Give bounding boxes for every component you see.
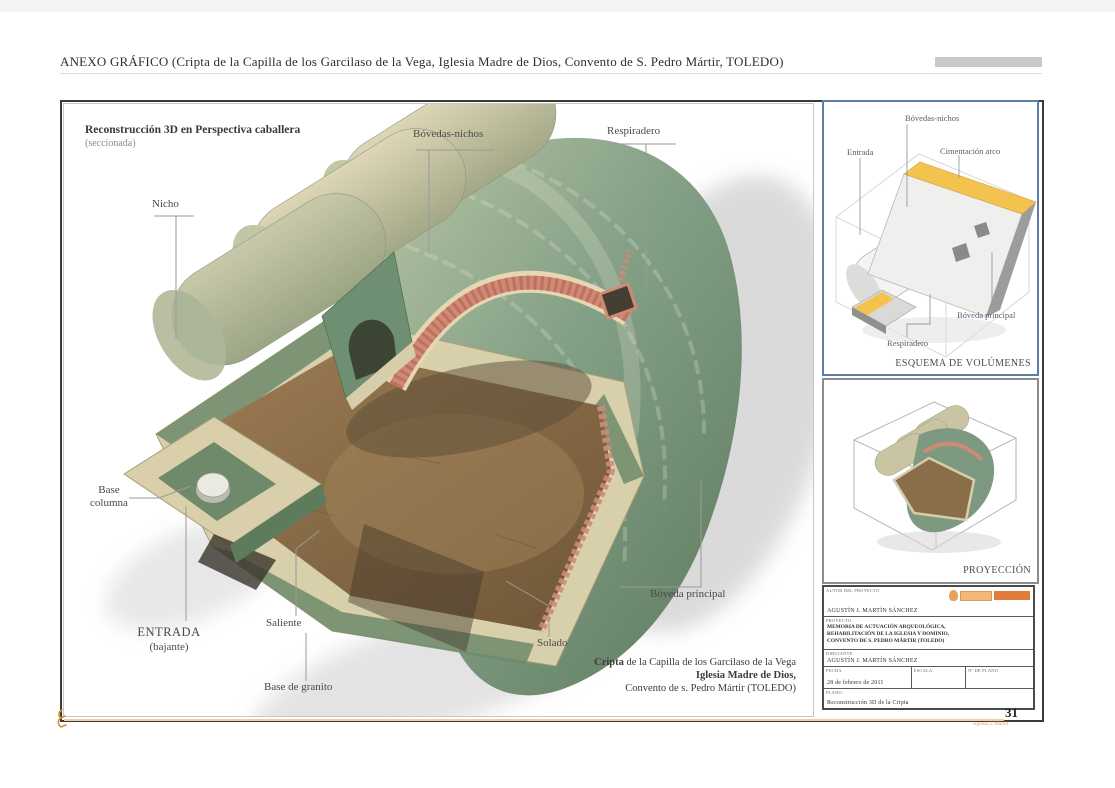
figure-caption: Cripta de la Capilla de los Garcilaso de…: [520, 656, 796, 695]
esquema-label-bovedas-nichos: Bóvedas-nichos: [905, 113, 959, 123]
plan-label: PLANO: [826, 690, 842, 695]
label-base-granito: Base de granito: [264, 681, 332, 693]
label-base-columna: Base columna: [84, 484, 134, 510]
plan-number-cell: Nº DE PLANO: [966, 667, 1033, 688]
title-block-date-row: FECHA 28 de febrero de 2011 ESCALA Nº DE…: [824, 667, 1033, 689]
title-block-plan-row: PLANO Reconstrucción 3D de la Cripta: [824, 689, 1033, 708]
draftsman-value: AGUSTÍN J. MARTÍN SÁNCHEZ: [827, 658, 918, 664]
title-block-draftsman-row: DIBUJANTE AGUSTÍN J. MARTÍN SÁNCHEZ: [824, 650, 1033, 667]
project-label: PROYECTO: [826, 618, 851, 623]
projection-drawing: [824, 380, 1037, 582]
esquema-title: ESQUEMA DE VOLÚMENES: [895, 358, 1031, 369]
label-entrada: ENTRADA (bajante): [126, 625, 212, 654]
label-saliente: Saliente: [266, 617, 301, 629]
label-bovedas-nichos: Bóvedas-nichos: [413, 128, 483, 140]
figure-subtitle: (seccionada): [85, 138, 136, 149]
logo-block-dark: [994, 591, 1030, 600]
footer-accent-line: [64, 719, 1004, 721]
figure-title: Reconstrucción 3D en Perspectiva caballe…: [85, 124, 300, 136]
logo-block-light: [960, 591, 992, 601]
date-label: FECHA: [826, 668, 842, 673]
institution-logo-icon: [949, 590, 1030, 601]
page-number: 31: [1005, 705, 1018, 721]
date-value: 28 de febrero de 2011: [827, 680, 884, 686]
header-rule: [60, 73, 1042, 74]
scale-label: ESCALA: [914, 668, 933, 673]
scale-cell: ESCALA: [912, 667, 966, 688]
esquema-label-entrada: Entrada: [847, 147, 873, 157]
label-boveda-principal: Bóveda principal: [650, 588, 725, 600]
esquema-label-boveda-principal: Bóveda principal: [957, 310, 1015, 320]
label-respiradero: Respiradero: [607, 125, 660, 137]
draftsman-label: DIBUJANTE: [826, 651, 853, 656]
footer-mark-icon: [54, 708, 70, 730]
logo-emblem-icon: [949, 590, 958, 601]
title-block: AUTOR DEL PROYECTO AGUSTÍN J. MARTÍN SÁN…: [822, 585, 1035, 710]
page-edge: [0, 0, 1115, 12]
header-gray-bar: [935, 57, 1042, 67]
proyeccion-panel: PROYECCIÓN: [822, 378, 1039, 584]
volume-schema-drawing: [824, 102, 1037, 374]
author-value: AGUSTÍN J. MARTÍN SÁNCHEZ: [827, 608, 918, 614]
label-solado: Solado: [537, 637, 568, 649]
footer-credit: Agustín J. Martín: [940, 722, 1008, 727]
esquema-label-cimentacion-arco: Cimentación arco: [940, 146, 1000, 156]
author-label: AUTOR DEL PROYECTO: [826, 588, 880, 593]
date-cell: FECHA 28 de febrero de 2011: [824, 667, 912, 688]
title-block-author-row: AUTOR DEL PROYECTO AGUSTÍN J. MARTÍN SÁN…: [824, 587, 1033, 617]
proyeccion-title: PROYECCIÓN: [963, 565, 1031, 576]
esquema-panel: Bóvedas-nichos Entrada Cimentación arco …: [822, 100, 1039, 376]
esquema-label-respiradero: Respiradero: [887, 338, 928, 348]
label-nicho: Nicho: [152, 198, 179, 210]
page-title: ANEXO GRÁFICO (Cripta de la Capilla de l…: [60, 54, 940, 70]
title-block-project-row: PROYECTO MEMORIA DE ACTUACIÓN ARQUEOLÓGI…: [824, 617, 1033, 650]
plan-value: Reconstrucción 3D de la Cripta: [827, 700, 909, 706]
project-value: MEMORIA DE ACTUACIÓN ARQUEOLÓGICA, REHAB…: [827, 624, 949, 645]
document-page: ANEXO GRÁFICO (Cripta de la Capilla de l…: [0, 0, 1115, 788]
plan-number-label: Nº DE PLANO: [968, 668, 998, 673]
